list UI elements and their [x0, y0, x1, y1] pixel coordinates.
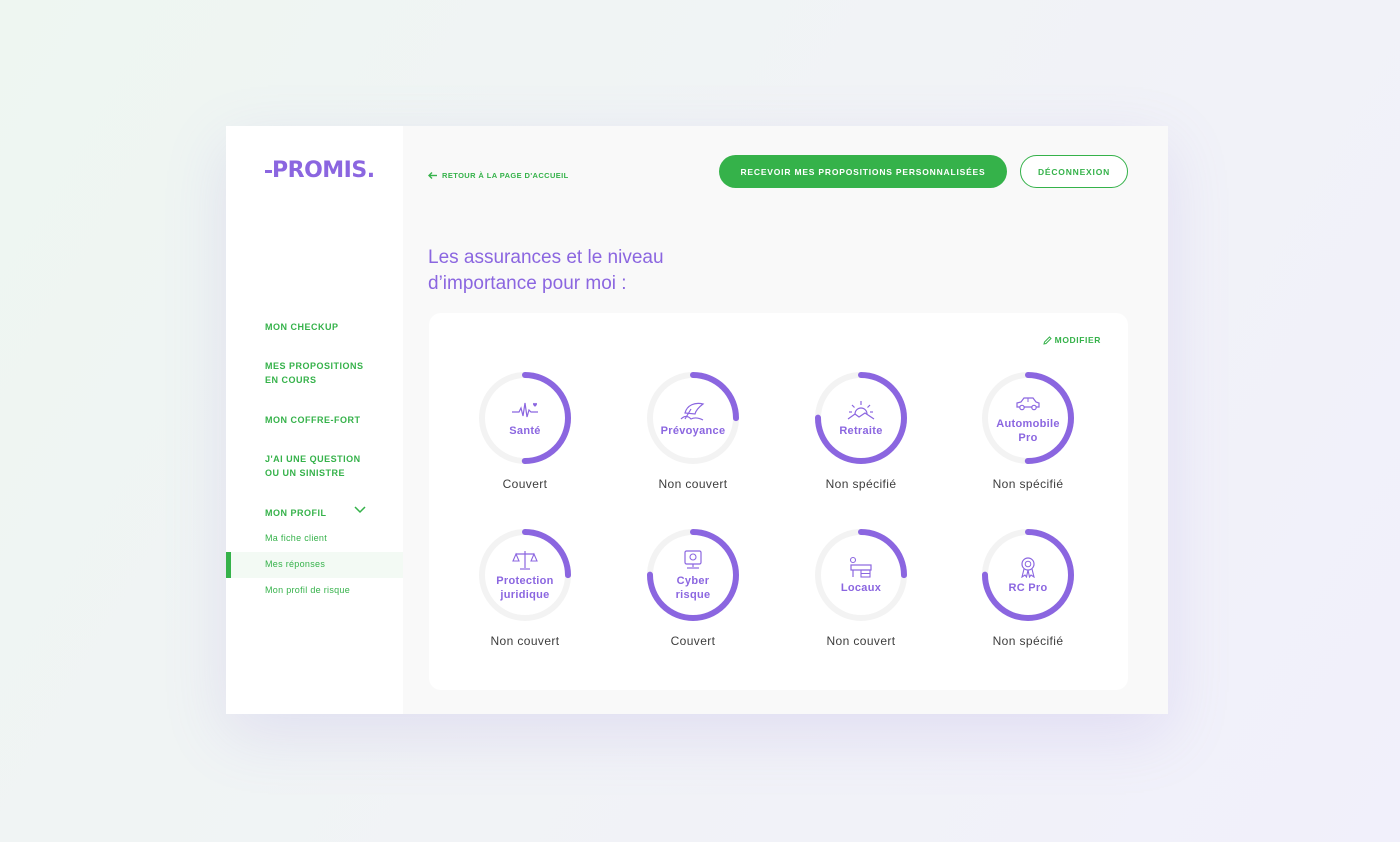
tile-content: Protection juridique — [477, 527, 573, 623]
car-icon — [1016, 396, 1040, 410]
logo-text: PROMIS. — [272, 158, 375, 183]
nav-label: MES PROPOSITIONS — [265, 361, 364, 371]
coverage-status: Non couvert — [826, 634, 896, 648]
coverage-status: Non couvert — [658, 477, 728, 491]
subnav-ma-fiche-client[interactable]: Ma fiche client — [265, 533, 327, 543]
nav-label: MON PROFIL — [265, 508, 327, 518]
back-to-home-link[interactable]: RETOUR À LA PAGE D'ACCUEIL — [428, 171, 569, 180]
tile-label: Santé — [509, 424, 541, 437]
logo-dash — [265, 169, 272, 173]
tile-label: Retraite — [839, 424, 883, 437]
coverage-status: Non spécifié — [992, 477, 1064, 491]
insurance-tile-prevoyance[interactable]: Prévoyance Non couvert — [623, 370, 763, 510]
tile-label-line2: Pro — [1018, 431, 1038, 444]
tile-label-line1: Cyber — [676, 574, 710, 587]
tile-label: Cyber risque — [676, 574, 711, 602]
insurance-tile-retraite[interactable]: Retraite Non spécifié — [791, 370, 931, 510]
nav-mon-profil[interactable]: MON PROFIL — [265, 506, 327, 520]
modify-label: MODIFIER — [1054, 335, 1101, 345]
tile-label: RC Pro — [1008, 581, 1048, 594]
page-title-line1: Les assurances et le niveau — [428, 247, 664, 268]
tile-content: Retraite — [813, 370, 909, 466]
back-link-label: RETOUR À LA PAGE D'ACCUEIL — [442, 171, 569, 180]
heartbeat-icon — [512, 402, 538, 417]
coverage-status: Non spécifié — [825, 477, 897, 491]
tile-label-line1: Automobile — [996, 417, 1060, 430]
subnav-mes-reponses[interactable]: Mes réponses — [265, 559, 325, 569]
tile-content: Prévoyance — [645, 370, 741, 466]
tile-label: Protection juridique — [496, 574, 553, 602]
promis-logo[interactable]: PROMIS. — [265, 158, 375, 183]
nav-mon-checkup[interactable]: MON CHECKUP — [265, 320, 339, 334]
page-title: Les assurances et le niveau d’importance… — [428, 245, 728, 297]
active-item-indicator — [226, 552, 231, 578]
tile-label-line2: risque — [675, 588, 711, 601]
tile-label-line2: juridique — [500, 588, 550, 601]
tile-content: Cyber risque — [645, 527, 741, 623]
tile-label: Automobile Pro — [996, 417, 1060, 445]
coverage-status: Non couvert — [490, 634, 560, 648]
modify-button[interactable]: MODIFIER — [1042, 335, 1101, 345]
arrow-left-icon — [428, 172, 437, 179]
tile-label-line1: Protection — [496, 574, 554, 587]
receive-proposals-button[interactable]: RECEVOIR MES PROPOSITIONS PERSONNALISÉES — [719, 155, 1007, 188]
nav-label: MON COFFRE-FORT — [265, 415, 361, 425]
page-title-line2: d’importance pour moi : — [428, 273, 627, 294]
award-icon — [1021, 556, 1035, 578]
nav-question-sinistre[interactable]: J'AI UNE QUESTION OU UN SINISTRE — [265, 452, 361, 480]
insurance-tile-protection-juridique[interactable]: Protection juridique Non couvert — [455, 527, 595, 667]
nav-label-line2: EN COURS — [265, 375, 317, 385]
insurance-tile-locaux[interactable]: Locaux Non couvert — [791, 527, 931, 667]
umbrella-icon — [680, 402, 705, 421]
tile-content: Santé — [477, 370, 573, 466]
insurance-tile-sante[interactable]: Santé Couvert — [455, 370, 595, 510]
tile-content: Locaux — [813, 527, 909, 623]
app-window: PROMIS. MON CHECKUP MES PROPOSITIONS EN … — [226, 126, 1168, 714]
nav-mes-propositions[interactable]: MES PROPOSITIONS EN COURS — [265, 359, 364, 387]
subnav-mon-profil-de-risque[interactable]: Mon profil de risque — [265, 585, 350, 595]
nav-label: J'AI UNE QUESTION — [265, 454, 361, 464]
tile-content: Automobile Pro — [980, 370, 1076, 466]
coverage-status: Non spécifié — [992, 634, 1064, 648]
nav-mon-coffre-fort[interactable]: MON COFFRE-FORT — [265, 413, 361, 427]
tile-content: RC Pro — [980, 527, 1076, 623]
insurance-tile-cyber-risque[interactable]: Cyber risque Couvert — [623, 527, 763, 667]
nav-label-line2: OU UN SINISTRE — [265, 468, 346, 478]
tile-label: Locaux — [840, 581, 882, 594]
office-icon — [849, 556, 872, 578]
sidebar: PROMIS. MON CHECKUP MES PROPOSITIONS EN … — [226, 126, 403, 714]
coverage-status: Couvert — [502, 477, 548, 491]
insurance-tile-rc-pro[interactable]: RC Pro Non spécifié — [958, 527, 1098, 667]
pencil-icon — [1042, 335, 1052, 345]
insurance-tile-automobile-pro[interactable]: Automobile Pro Non spécifié — [958, 370, 1098, 510]
chevron-down-icon[interactable] — [354, 506, 366, 514]
scales-icon — [512, 550, 538, 570]
insurance-card: MODIFIER Santé Couvert Prévoyance Non co… — [429, 313, 1128, 690]
nav-label: MON CHECKUP — [265, 322, 339, 332]
sunset-icon — [847, 400, 875, 419]
computer-icon — [684, 549, 702, 569]
coverage-status: Couvert — [670, 634, 716, 648]
logout-button[interactable]: DÉCONNEXION — [1020, 155, 1128, 188]
tile-label: Prévoyance — [660, 424, 726, 437]
